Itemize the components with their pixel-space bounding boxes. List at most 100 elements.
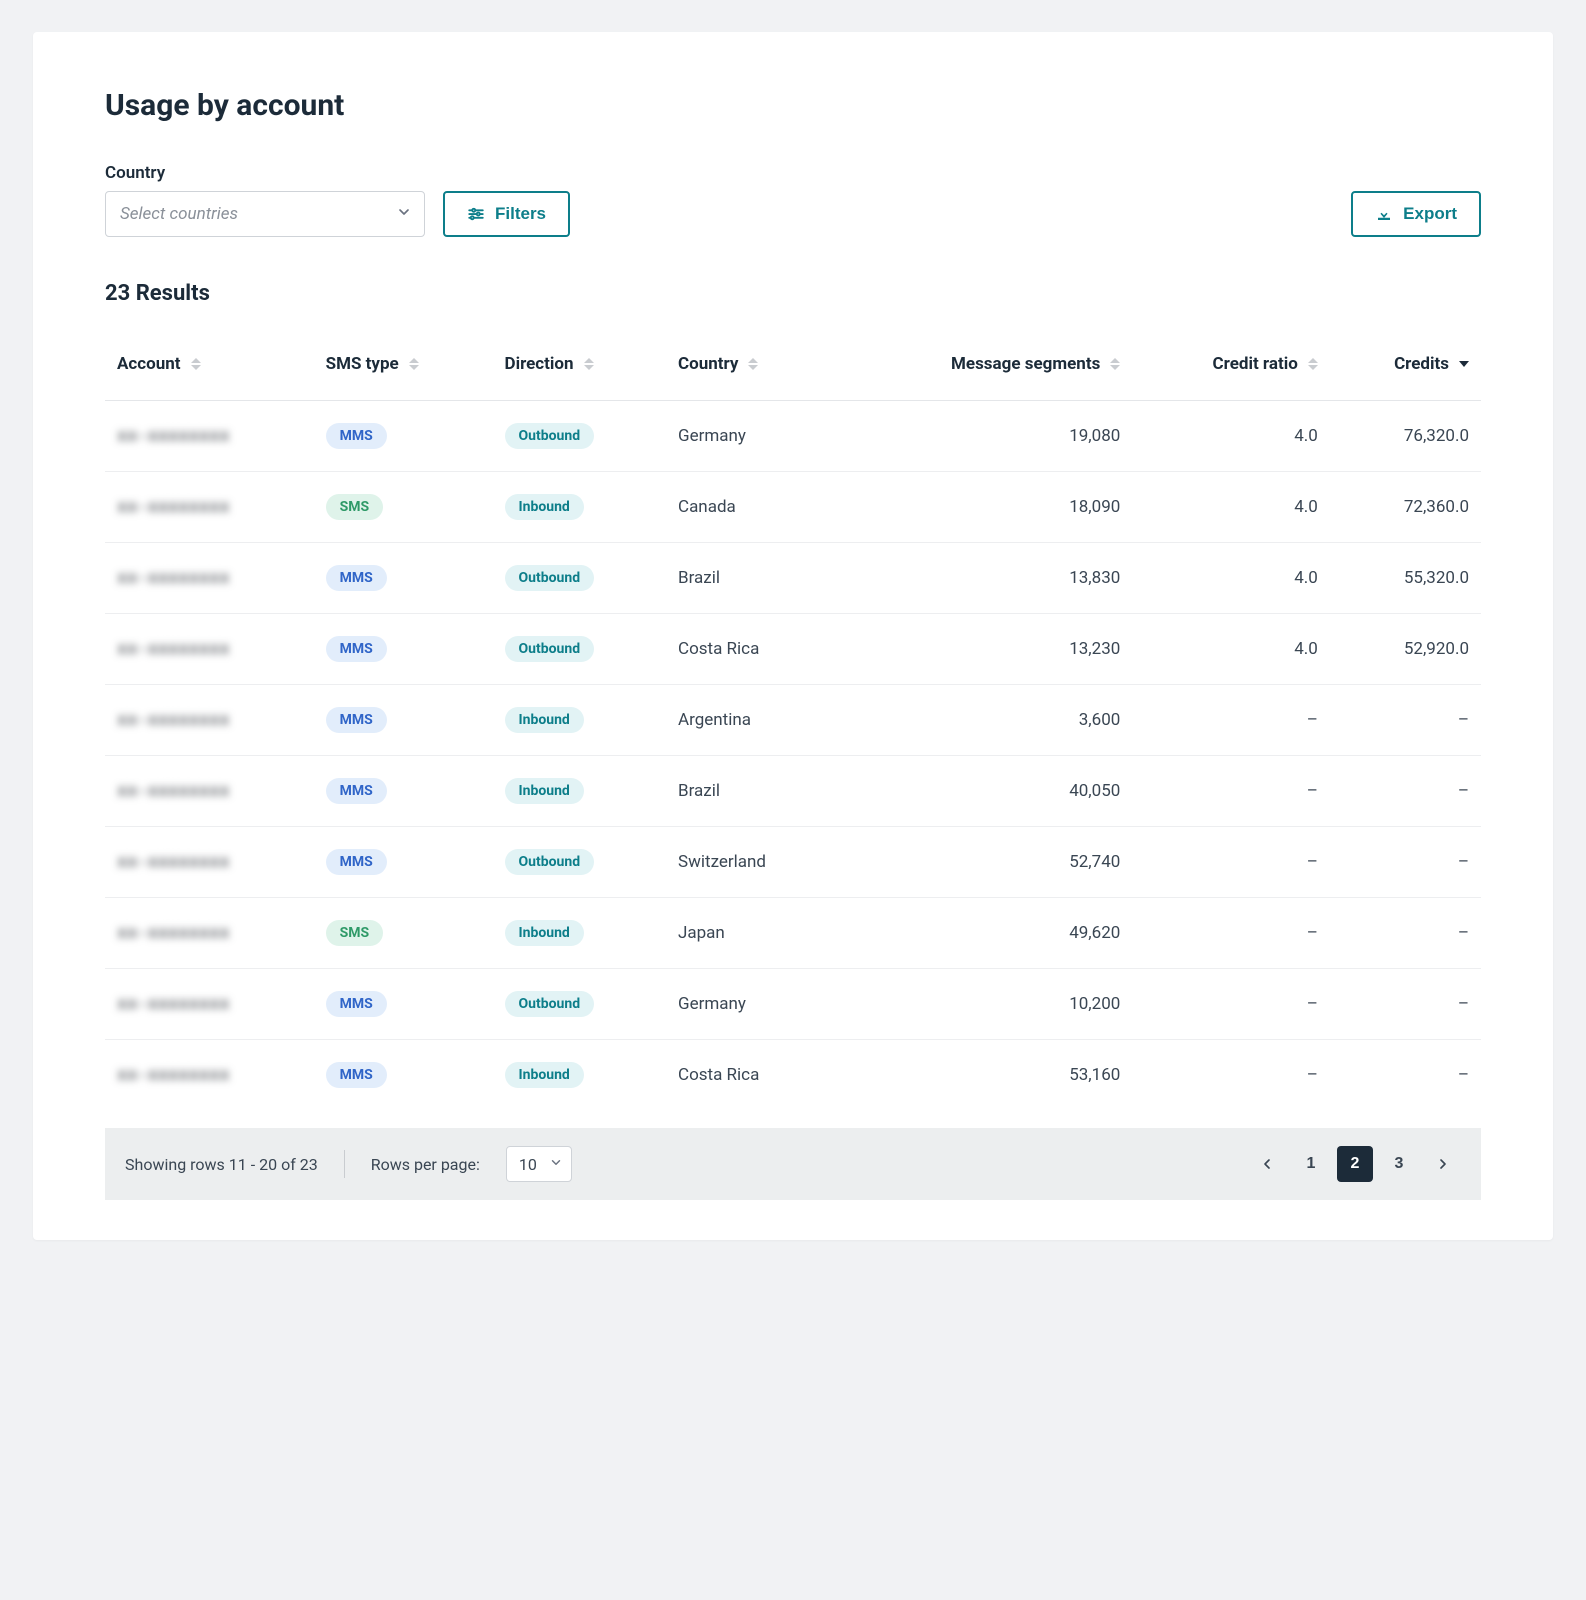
direction-badge: Inbound xyxy=(505,1062,584,1088)
col-ratio[interactable]: Credit ratio xyxy=(1132,334,1330,401)
export-button[interactable]: Export xyxy=(1351,191,1481,237)
table-row: xx-xxxxxxxxMMSOutboundGermany10,200–– xyxy=(105,969,1481,1040)
cell-segments: 53,160 xyxy=(837,1040,1132,1111)
cell-credits: – xyxy=(1330,827,1481,898)
cell-segments: 49,620 xyxy=(837,898,1132,969)
cell-sms-type: SMS xyxy=(314,898,493,969)
sort-icon xyxy=(748,358,758,370)
direction-badge: Inbound xyxy=(505,494,584,520)
table-row: xx-xxxxxxxxSMSInboundCanada18,0904.072,3… xyxy=(105,472,1481,543)
direction-badge: Inbound xyxy=(505,707,584,733)
rows-per-page-value: 10 xyxy=(519,1155,537,1174)
cell-ratio: – xyxy=(1132,756,1330,827)
col-direction[interactable]: Direction xyxy=(493,334,666,401)
col-account[interactable]: Account xyxy=(105,334,314,401)
cell-segments: 13,830 xyxy=(837,543,1132,614)
direction-badge: Outbound xyxy=(505,991,595,1017)
cell-account: xx-xxxxxxxx xyxy=(105,401,314,472)
sms-type-badge: MMS xyxy=(326,636,387,662)
cell-ratio: 4.0 xyxy=(1132,543,1330,614)
sms-type-badge: MMS xyxy=(326,1062,387,1088)
col-segments[interactable]: Message segments xyxy=(837,334,1132,401)
usage-table: Account SMS type Direction Country Message s… xyxy=(105,334,1481,1110)
table-row: xx-xxxxxxxxMMSOutboundCosta Rica13,2304.… xyxy=(105,614,1481,685)
cell-sms-type: MMS xyxy=(314,827,493,898)
pager: 123 xyxy=(1249,1146,1461,1182)
filters-button[interactable]: Filters xyxy=(443,191,570,237)
cell-segments: 10,200 xyxy=(837,969,1132,1040)
cell-sms-type: MMS xyxy=(314,685,493,756)
cell-country: Brazil xyxy=(666,543,837,614)
cell-sms-type: MMS xyxy=(314,1040,493,1111)
page-title: Usage by account xyxy=(105,88,1481,123)
sliders-icon xyxy=(467,205,485,223)
cell-sms-type: SMS xyxy=(314,472,493,543)
cell-direction: Outbound xyxy=(493,614,666,685)
col-label: Country xyxy=(678,354,738,374)
cell-account: xx-xxxxxxxx xyxy=(105,543,314,614)
sms-type-badge: SMS xyxy=(326,494,384,520)
sms-type-badge: MMS xyxy=(326,565,387,591)
col-label: SMS type xyxy=(326,354,399,374)
cell-country: Canada xyxy=(666,472,837,543)
page-next[interactable] xyxy=(1425,1146,1461,1182)
country-placeholder: Select countries xyxy=(120,204,238,224)
cell-country: Germany xyxy=(666,401,837,472)
rows-per-page-label: Rows per page: xyxy=(371,1155,480,1174)
table-row: xx-xxxxxxxxSMSInboundJapan49,620–– xyxy=(105,898,1481,969)
cell-sms-type: MMS xyxy=(314,614,493,685)
rows-per-page-select[interactable]: 10 xyxy=(506,1146,572,1182)
table-row: xx-xxxxxxxxMMSInboundArgentina3,600–– xyxy=(105,685,1481,756)
cell-credits: – xyxy=(1330,756,1481,827)
sms-type-badge: MMS xyxy=(326,423,387,449)
table-row: xx-xxxxxxxxMMSOutboundBrazil13,8304.055,… xyxy=(105,543,1481,614)
cell-credits: 52,920.0 xyxy=(1330,614,1481,685)
sort-icon xyxy=(1459,361,1469,367)
cell-account: xx-xxxxxxxx xyxy=(105,969,314,1040)
direction-badge: Outbound xyxy=(505,636,595,662)
table-body: xx-xxxxxxxxMMSOutboundGermany19,0804.076… xyxy=(105,401,1481,1111)
cell-sms-type: MMS xyxy=(314,969,493,1040)
cell-segments: 19,080 xyxy=(837,401,1132,472)
pagination-bar: Showing rows 11 - 20 of 23 Rows per page… xyxy=(105,1128,1481,1200)
cell-direction: Outbound xyxy=(493,827,666,898)
cell-ratio: 4.0 xyxy=(1132,472,1330,543)
sms-type-badge: MMS xyxy=(326,849,387,875)
col-sms_type[interactable]: SMS type xyxy=(314,334,493,401)
table-row: xx-xxxxxxxxMMSInboundBrazil40,050–– xyxy=(105,756,1481,827)
cell-account: xx-xxxxxxxx xyxy=(105,898,314,969)
cell-sms-type: MMS xyxy=(314,756,493,827)
cell-account: xx-xxxxxxxx xyxy=(105,685,314,756)
showing-text: Showing rows 11 - 20 of 23 xyxy=(125,1155,318,1174)
results-count: 23 Results xyxy=(105,281,1481,306)
cell-country: Argentina xyxy=(666,685,837,756)
col-country[interactable]: Country xyxy=(666,334,837,401)
direction-badge: Outbound xyxy=(505,423,595,449)
col-credits[interactable]: Credits xyxy=(1330,334,1481,401)
sms-type-badge: MMS xyxy=(326,991,387,1017)
cell-ratio: – xyxy=(1132,898,1330,969)
cell-credits: 55,320.0 xyxy=(1330,543,1481,614)
page-2[interactable]: 2 xyxy=(1337,1146,1373,1182)
sort-icon xyxy=(1308,358,1318,370)
cell-direction: Outbound xyxy=(493,401,666,472)
sort-icon xyxy=(409,358,419,370)
cell-account: xx-xxxxxxxx xyxy=(105,1040,314,1111)
cell-direction: Inbound xyxy=(493,756,666,827)
direction-badge: Outbound xyxy=(505,849,595,875)
col-label: Credits xyxy=(1394,354,1449,374)
cell-direction: Inbound xyxy=(493,472,666,543)
page-prev[interactable] xyxy=(1249,1146,1285,1182)
cell-sms-type: MMS xyxy=(314,543,493,614)
cell-ratio: – xyxy=(1132,969,1330,1040)
page-3[interactable]: 3 xyxy=(1381,1146,1417,1182)
direction-badge: Inbound xyxy=(505,778,584,804)
divider xyxy=(344,1150,345,1178)
page-1[interactable]: 1 xyxy=(1293,1146,1329,1182)
cell-segments: 3,600 xyxy=(837,685,1132,756)
cell-sms-type: MMS xyxy=(314,401,493,472)
cell-account: xx-xxxxxxxx xyxy=(105,756,314,827)
table-row: xx-xxxxxxxxMMSOutboundGermany19,0804.076… xyxy=(105,401,1481,472)
cell-country: Brazil xyxy=(666,756,837,827)
country-select[interactable]: Select countries xyxy=(105,191,425,237)
